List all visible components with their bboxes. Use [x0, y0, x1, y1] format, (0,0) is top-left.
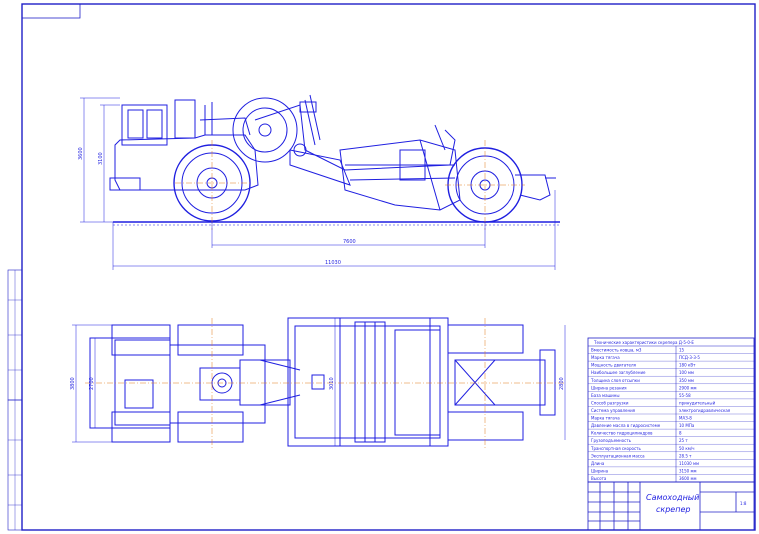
spec-row-value: ПСД-3-3-5 — [679, 355, 700, 360]
dim-bowl-width: 3010 — [329, 377, 335, 390]
spec-row-value: 10 МПа — [679, 423, 695, 428]
spec-row-label: Высота — [591, 476, 607, 481]
sheet-frame — [7, 3, 756, 531]
dim-plan-width-inner: 2700 — [89, 377, 95, 390]
spec-row-label: Транспортная скорость — [590, 446, 642, 451]
spec-row-value: 55-58 — [679, 393, 691, 398]
spec-table-heading: Технические характеристики скрепера Д-5-… — [593, 340, 694, 345]
spec-row-value: электрогидравлическая — [679, 408, 731, 413]
spec-row-value: 350 мм — [679, 378, 694, 383]
spec-row-label: Ширина резания — [591, 385, 627, 390]
spec-row-value: 3150 мм — [679, 468, 697, 473]
dim-plan-right: 2800 — [559, 377, 565, 390]
spec-row-value: МАЗ-8 — [679, 416, 692, 421]
spec-row-label: Грузоподъемность — [591, 438, 632, 443]
spec-row-value: 8 — [679, 431, 682, 436]
tractor-plan — [89, 324, 266, 443]
spec-row-label: Количество гидроцилиндров — [591, 431, 653, 436]
coupling-disc — [232, 97, 298, 163]
ground-line — [113, 221, 560, 226]
dim-plan-width-left: 3800 — [70, 377, 76, 390]
spec-row-label: Эксплуатационная масса — [591, 453, 645, 458]
dim-length-total: 11030 — [325, 260, 341, 266]
side-view — [80, 94, 560, 270]
spec-row-label: Длина — [591, 461, 605, 466]
spec-row-value: принудительный — [679, 400, 716, 405]
spec-row-label: Вместимость ковша, м3 — [591, 348, 642, 353]
dim-height-total: 3600 — [78, 147, 84, 160]
spec-row-label: Ширина — [591, 468, 609, 473]
dim-wheelbase: 7600 — [343, 239, 356, 245]
drawing-scale: 1:8 — [740, 501, 747, 506]
scraper-bowl — [339, 124, 461, 211]
spec-row-label: Мощность двигателя — [591, 363, 637, 368]
spec-row-value: 28.5 т — [679, 453, 692, 458]
spec-row-value: 50 км/ч — [679, 446, 695, 451]
spec-row-label: База машины — [591, 393, 620, 398]
dim-height-2: 3100 — [98, 152, 104, 165]
spec-table-rows: Вместимость ковша, м3 15 Марка тягача ПСД-3… — [590, 348, 731, 481]
plan-dimensions — [72, 318, 566, 446]
plan-view — [72, 317, 566, 450]
drawing-title-line2: скрепер — [656, 505, 690, 514]
hitch-plan — [199, 359, 325, 406]
rear-wheels-plan — [447, 324, 556, 441]
spec-row-label: Марка тягача — [591, 416, 620, 421]
spec-row-label: Наибольшее заглубление — [591, 370, 646, 375]
spec-row-label: Марка тягача — [591, 355, 620, 360]
drawing-title-line1: Самоходный — [646, 493, 699, 502]
spec-row-label: Способ разгрузки — [591, 400, 629, 405]
spec-row-label: Толщина слоя отсыпки — [590, 378, 640, 383]
spec-row-value: 180 кВт — [679, 363, 696, 368]
spec-row-value: 2900 мм — [679, 385, 697, 390]
tractor-body — [109, 99, 259, 191]
side-dimensions — [80, 97, 556, 270]
spec-row-value: 25 т — [679, 438, 688, 443]
spec-row-value: 11030 мм — [679, 461, 699, 466]
spec-row-label: Система управления — [591, 408, 636, 413]
drawing-sheet: 7600 11030 3600 3100 3800 2700 3010 2800… — [7, 3, 756, 531]
spec-row-value: 15 — [679, 348, 685, 353]
spec-row-label: Давление масла в гидросистеме — [591, 423, 661, 428]
spec-row-value: 3600 мм — [679, 476, 697, 481]
spec-row-value: 100 мм — [679, 370, 694, 375]
